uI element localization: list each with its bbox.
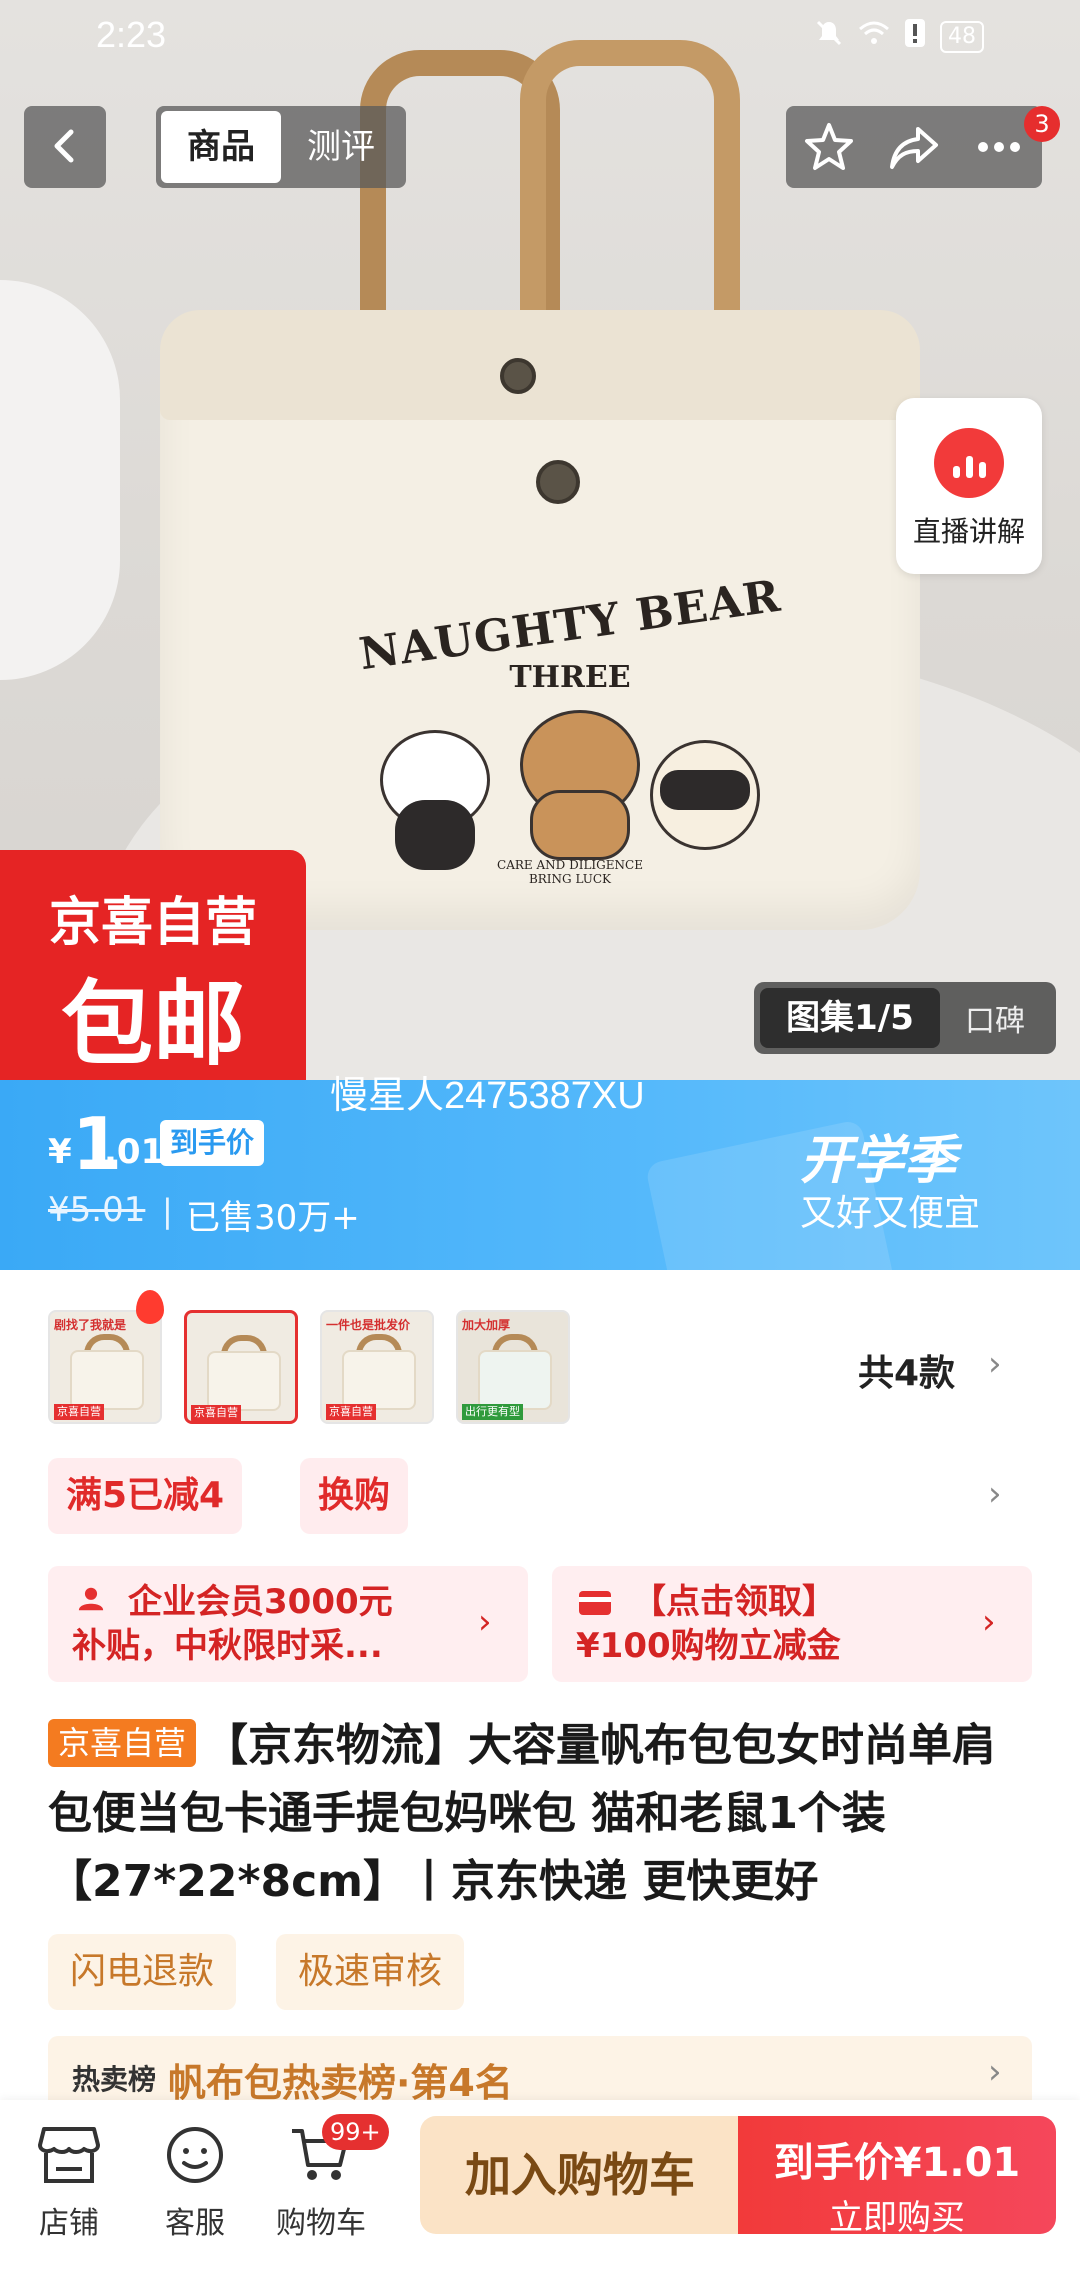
top-actions	[786, 106, 1042, 188]
campaign-title: 开学季	[800, 1131, 957, 1191]
customer-service-button[interactable]: 客服	[140, 2120, 250, 2242]
message-badge: 3	[1024, 106, 1060, 142]
buy-now-label: 立即购买	[829, 2198, 965, 2238]
gallery-counter[interactable]: 图集1/5	[760, 988, 940, 1048]
coupon-enterprise[interactable]: 企业会员3000元 补贴，中秋限时采... ›	[48, 1566, 528, 1682]
campaign-subtitle: 又好又便宜	[800, 1193, 981, 1234]
chevron-right-icon: ›	[988, 2052, 1002, 2092]
service-tag-review: 极速审核	[276, 1934, 465, 2010]
bag-print-tagline: CARE AND DILIGENCE BRING LUCK	[497, 858, 643, 886]
product-title: 京喜自营 【京东物流】大容量帆布包包女时尚单肩包便当包卡通手提包妈咪包 猫和老鼠1…	[48, 1712, 1038, 1916]
watermark-text: 慢星人2475387XU	[330, 1075, 645, 1117]
variant-thumb-tag: 京喜自营	[326, 1404, 376, 1420]
store-button[interactable]: 店铺	[14, 2120, 124, 2242]
tab-review[interactable]: 测评	[281, 111, 401, 183]
bag-snap-front	[536, 460, 580, 504]
variant-thumb-text: 加大加厚	[462, 1318, 511, 1332]
gallery-switch: 图集1/5 口碑	[754, 982, 1056, 1054]
buy-now-price: 到手价¥1.01	[773, 2140, 1021, 2186]
bear-brown-body	[530, 790, 630, 860]
bear-cream-shirt	[660, 770, 750, 810]
flame-icon	[136, 1290, 164, 1324]
status-icons: 48	[814, 18, 984, 55]
battery-icon: 48	[940, 20, 984, 53]
product-page: NAUGHTY BEAR THREE CARE AND DILIGENCE BRI…	[0, 0, 1080, 2280]
more-icon[interactable]	[969, 117, 1029, 177]
price-decimal: .01	[104, 1132, 165, 1172]
sold-count: 已售30万+	[186, 1198, 360, 1238]
variant-thumb-text: 剧找了我就是	[54, 1318, 127, 1332]
background-cloth	[0, 280, 120, 680]
variant-thumbnails: 剧找了我就是 京喜自营 京喜自营 一件也是批发价 京喜自营 加大加厚 出行更有型	[48, 1310, 570, 1424]
chat-face-icon	[160, 2120, 230, 2190]
store-icon	[34, 2120, 104, 2190]
bottom-action-bar: 店铺 客服 购物车 99+ 加入购物车 到手价¥1.01 立即购买	[0, 2100, 1080, 2280]
price-currency: ¥	[48, 1132, 72, 1172]
bag-opening	[160, 310, 920, 420]
variant-thumb-text: 一件也是批发价	[326, 1318, 411, 1332]
variant-thumb-tag: 京喜自营	[191, 1405, 241, 1421]
cart-label: 购物车	[276, 2206, 366, 2241]
self-operated-label: 京喜自营	[48, 893, 257, 953]
promo-chip-discount[interactable]: 满5已减4	[48, 1458, 243, 1534]
alert-icon	[904, 18, 926, 55]
chevron-left-icon	[54, 129, 74, 163]
variant-thumb[interactable]: 剧找了我就是 京喜自营	[48, 1310, 162, 1424]
live-explain-button[interactable]: 直播讲解	[896, 398, 1042, 574]
ranking-text: 帆布包热卖榜·第4名	[168, 2061, 513, 2105]
live-icon	[934, 428, 1004, 498]
add-to-cart-button[interactable]: 加入购物车	[420, 2116, 740, 2234]
status-time: 2:23	[96, 14, 167, 55]
variant-thumb[interactable]: 加大加厚 出行更有型	[456, 1310, 570, 1424]
bag-snap-top	[500, 358, 536, 394]
star-icon[interactable]	[799, 117, 859, 177]
tab-product[interactable]: 商品	[161, 111, 281, 183]
back-button[interactable]	[24, 106, 106, 188]
chevron-right-icon: ›	[982, 1602, 996, 1642]
chevron-right-icon[interactable]: ›	[988, 1474, 1002, 1514]
variant-count[interactable]: 共4款	[858, 1344, 955, 1396]
coupon-shopping-credit[interactable]: 【点击领取】 ¥100购物立减金 ›	[552, 1566, 1032, 1682]
variant-thumb-tag: 出行更有型	[462, 1404, 523, 1420]
customer-service-label: 客服	[165, 2206, 225, 2241]
gallery-review-tab[interactable]: 口碑	[940, 996, 1050, 1040]
chevron-right-icon[interactable]: ›	[988, 1344, 1002, 1384]
bear-white-shirt	[395, 800, 475, 870]
original-price: ¥5.01	[48, 1190, 146, 1230]
variant-thumb[interactable]: 一件也是批发价 京喜自营	[320, 1310, 434, 1424]
cart-count-badge: 99+	[322, 2114, 389, 2150]
variant-thumb-selected[interactable]: 京喜自营	[184, 1310, 298, 1424]
wifi-icon	[858, 19, 890, 54]
variant-thumb-tag: 京喜自营	[54, 1404, 104, 1420]
self-operated-tag: 京喜自营	[48, 1719, 197, 1767]
mute-icon	[814, 18, 844, 55]
promo-chip-exchange[interactable]: 换购	[300, 1458, 409, 1534]
coupon-enterprise-text: 企业会员3000元 补贴，中秋限时采...	[72, 1582, 393, 1666]
store-label: 店铺	[39, 2206, 99, 2241]
self-operated-badge: 京喜自营 包邮	[0, 850, 306, 1082]
live-explain-label: 直播讲解	[912, 515, 1025, 548]
top-tabs: 商品 测评	[156, 106, 406, 188]
chevron-right-icon: ›	[478, 1602, 492, 1642]
service-tag-refund: 闪电退款	[48, 1934, 237, 2010]
final-price-tag: 到手价	[160, 1120, 265, 1166]
free-shipping-label: 包邮	[60, 971, 245, 1078]
ranking-prefix: 热卖榜	[72, 2063, 157, 2096]
buy-now-button[interactable]: 到手价¥1.01 立即购买	[738, 2116, 1056, 2238]
share-icon[interactable]	[884, 117, 944, 177]
coupon-shopping-credit-text: 【点击领取】 ¥100购物立减金	[576, 1582, 841, 1666]
price-separator: |	[162, 1192, 173, 1230]
bag-print-subtitle: THREE	[509, 660, 631, 695]
